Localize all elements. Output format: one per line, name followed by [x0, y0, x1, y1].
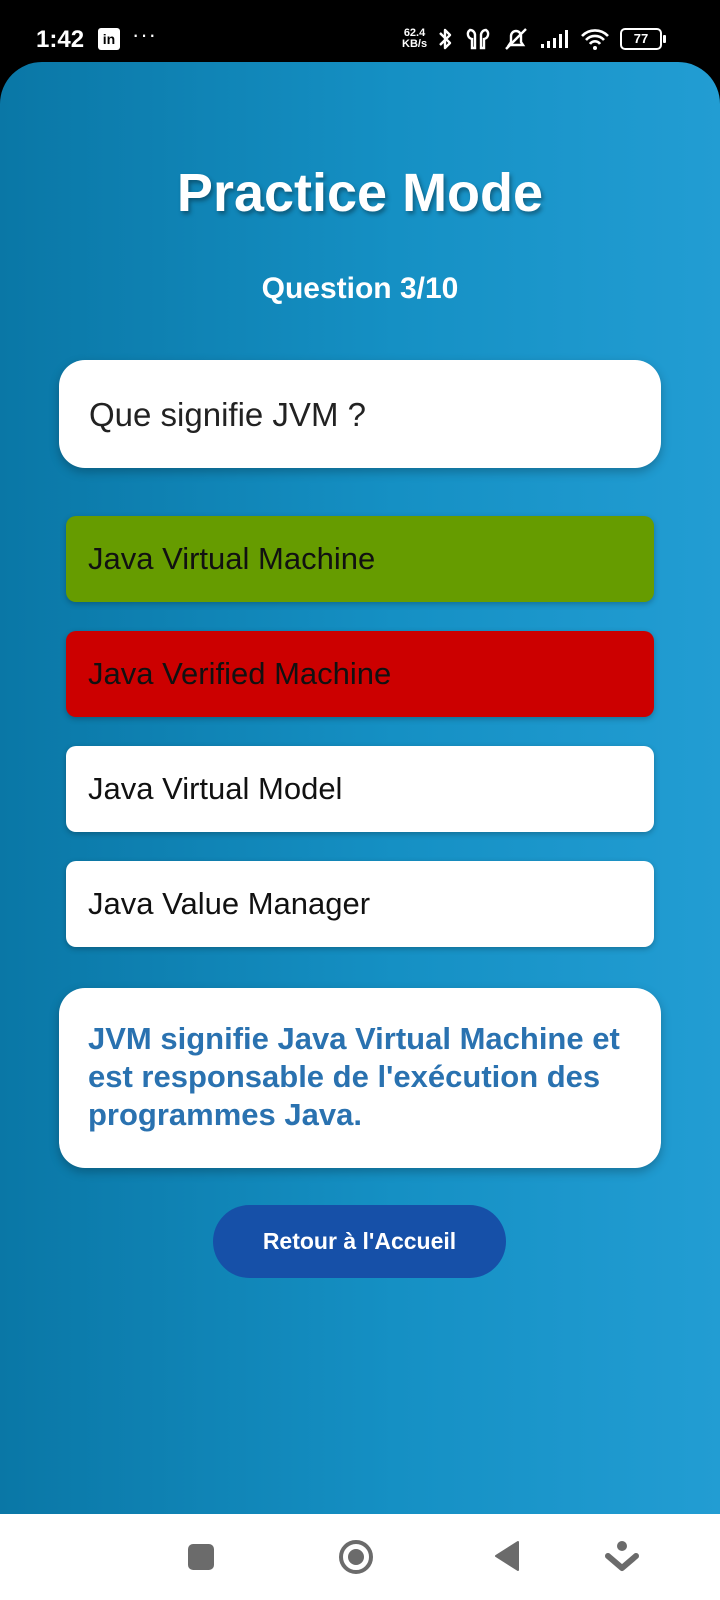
answer-option-wrong[interactable]: Java Verified Machine [66, 631, 654, 717]
network-speed-unit: KB/s [402, 38, 428, 50]
page-title: Practice Mode [176, 163, 544, 223]
status-time: 1:42 [36, 26, 85, 53]
home-circle-icon[interactable] [336, 1536, 376, 1576]
navigation-bar [0, 1514, 720, 1600]
practice-screen: Practice Mode Question 3/10 Que signifie… [0, 62, 720, 1514]
assistant-icon[interactable] [604, 1536, 640, 1576]
answer-option-label: Java Virtual Model [88, 771, 343, 806]
status-bar: 1:42 in ··· 62.4 KB/s 77 [0, 0, 720, 62]
answer-option-correct[interactable]: Java Virtual Machine [66, 516, 654, 602]
explanation-text: JVM signifie Java Virtual Machine et est… [88, 1021, 620, 1132]
recents-square-icon[interactable] [186, 1536, 216, 1576]
wifi-icon [581, 29, 609, 50]
signal-icon [541, 30, 568, 48]
bluetooth-icon [439, 28, 452, 50]
battery-icon: 77 [620, 28, 666, 50]
back-triangle-icon[interactable] [490, 1536, 524, 1576]
explanation-card: JVM signifie Java Virtual Machine et est… [59, 988, 661, 1168]
question-card: Que signifie JVM ? [59, 360, 661, 468]
answer-option-label: Java Virtual Machine [88, 541, 376, 576]
earbuds-icon [466, 28, 490, 50]
more-notifications-icon: ··· [132, 22, 157, 47]
question-counter: Question 3/10 [261, 272, 459, 305]
status-icons: 77 [436, 24, 666, 54]
back-to-home-button[interactable]: Retour à l'Accueil [213, 1205, 506, 1278]
back-to-home-label: Retour à l'Accueil [262, 1228, 457, 1254]
mute-icon [505, 28, 527, 50]
network-speed: 62.4 KB/s [402, 28, 427, 50]
question-text: Que signifie JVM ? [89, 396, 366, 433]
answer-option-label: Java Verified Machine [88, 656, 392, 691]
linkedin-icon: in [98, 28, 120, 50]
answer-option[interactable]: Java Value Manager [66, 861, 654, 947]
answer-option[interactable]: Java Virtual Model [66, 746, 654, 832]
answer-option-label: Java Value Manager [88, 886, 371, 921]
